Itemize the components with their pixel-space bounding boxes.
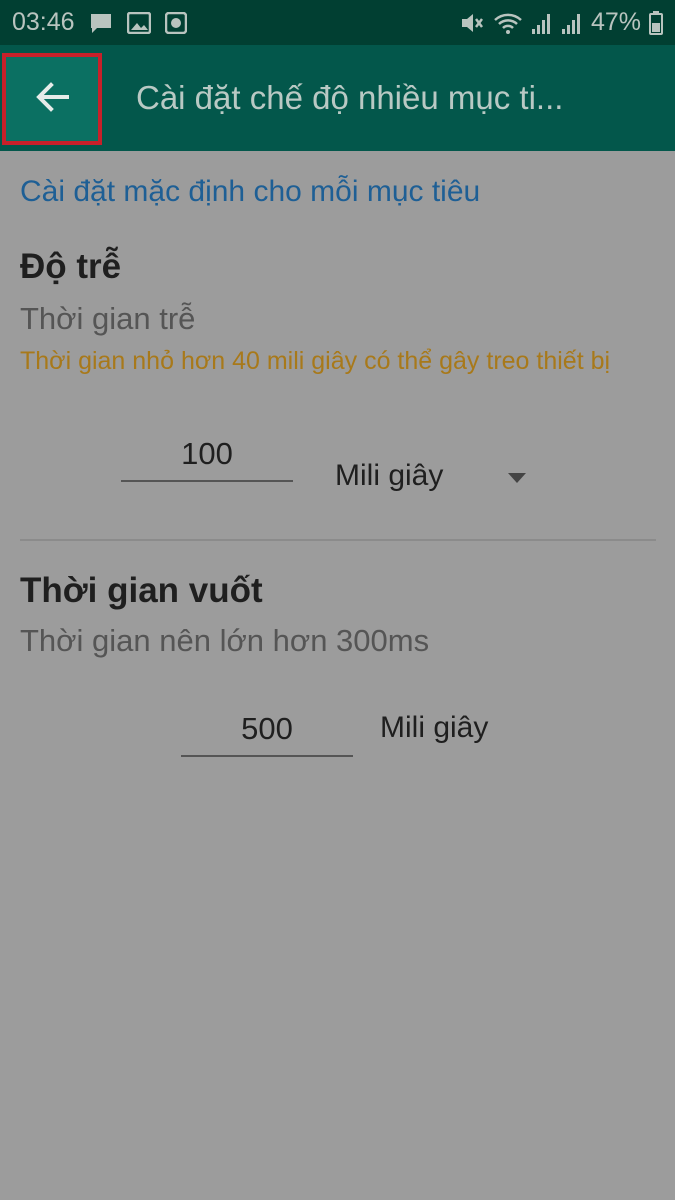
chat-icon <box>89 12 113 34</box>
back-button[interactable] <box>2 53 102 145</box>
delay-subtitle: Thời gian trễ <box>20 301 196 336</box>
section-header-defaults: Cài đặt mặc định cho mỗi mục tiêu <box>20 175 481 208</box>
delay-warning: Thời gian nhỏ hơn 40 mili giây có thể gâ… <box>20 347 611 375</box>
swipe-input[interactable]: 500 <box>181 709 353 757</box>
signal-icon <box>561 11 583 35</box>
battery-percent: 47% <box>590 8 641 36</box>
battery-icon <box>649 10 663 35</box>
delay-unit-select[interactable]: Mili giây <box>335 459 443 493</box>
delay-input[interactable]: 100 <box>121 434 293 482</box>
signal-icon <box>531 11 553 35</box>
swipe-heading: Thời gian vuốt <box>20 571 263 610</box>
arrow-left-icon <box>35 81 69 117</box>
delay-heading: Độ trễ <box>20 247 122 286</box>
page-title: Cài đặt chế độ nhiều mục ti... <box>136 79 564 116</box>
status-time: 03:46 <box>12 8 75 36</box>
app-bar: Cài đặt chế độ nhiều mục ti... <box>0 45 675 151</box>
wifi-icon <box>493 11 523 35</box>
record-icon <box>164 11 187 34</box>
divider <box>20 539 656 541</box>
swipe-subtitle: Thời gian nên lớn hơn 300ms <box>20 623 430 658</box>
mute-icon <box>459 11 485 35</box>
status-bar: 03:46 47% <box>0 0 675 45</box>
swipe-unit-label: Mili giây <box>380 711 489 744</box>
image-icon <box>126 11 151 34</box>
chevron-down-icon[interactable] <box>508 473 526 483</box>
